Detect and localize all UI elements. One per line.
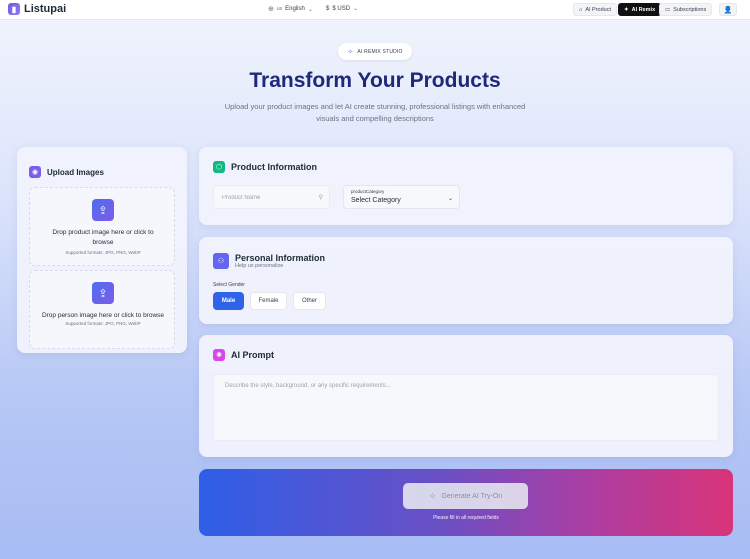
sparkle-icon: ✧ <box>428 490 437 501</box>
generate-panel: ✧ Generate AI Try-On Please fill in all … <box>199 469 733 536</box>
upload-images-card: ◉ Upload Images ⇪ Drop product image her… <box>17 147 187 353</box>
user-icon: 👤 <box>723 6 733 14</box>
top-nav: ▮ Listupai ⊕ us English ⌄ $ $ USD ⌄ ⌂ AI… <box>0 0 750 20</box>
upload-icon: ⇪ <box>92 199 114 221</box>
studio-badge: ✧ AI REMIX STUDIO <box>338 43 412 60</box>
product-dropzone-formats: Supported formats: JPG, PNG, WebP <box>65 250 141 255</box>
globe-icon: ⊕ <box>268 6 274 13</box>
ai-prompt-card: ✺ AI Prompt <box>199 335 733 457</box>
personal-card-header: ⚇ Personal Information Help us personali… <box>213 253 325 269</box>
product-card-header: ⬡ Product Information <box>213 161 317 173</box>
ai-product-button[interactable]: ⌂ AI Product <box>573 3 618 16</box>
brand-name: Listupai <box>24 3 67 15</box>
upload-card-header: ◉ Upload Images <box>29 166 104 178</box>
prompt-field[interactable] <box>213 374 719 441</box>
ai-remix-label: AI Remix <box>631 6 656 13</box>
currency-label: $ USD <box>332 6 350 12</box>
gender-other-button[interactable]: Other <box>293 292 326 310</box>
personal-card-subtitle: Help us personalize <box>235 263 284 269</box>
category-label: productCategory <box>351 189 385 194</box>
dollar-icon: $ <box>326 5 330 12</box>
gender-male-button[interactable]: Male <box>213 292 244 310</box>
upload-icon: ⇪ <box>92 282 114 304</box>
product-name-field[interactable]: ⚲ <box>213 185 330 209</box>
generate-button[interactable]: ✧ Generate AI Try-On <box>403 483 528 509</box>
ai-product-label: AI Product <box>585 6 612 13</box>
subscriptions-label: Subscriptions <box>673 6 707 13</box>
personal-information-card: ⚇ Personal Information Help us personali… <box>199 237 733 324</box>
sparkle-icon: ✧ <box>347 48 354 56</box>
person-dropzone-formats: Supported formats: JPG, PNG, WebP <box>65 321 141 326</box>
gender-female-button[interactable]: Female <box>250 292 287 310</box>
category-select[interactable]: productCategory Select Category ⌄ <box>343 185 460 209</box>
camera-icon: ◉ <box>29 166 41 178</box>
currency-symbol: $ <box>332 5 336 12</box>
person-dropzone-text: Drop person image here or click to brows… <box>41 312 165 319</box>
product-information-card: ⬡ Product Information ⚲ productCategory … <box>199 147 733 225</box>
personal-card-title: Personal Information <box>235 253 326 263</box>
upload-card-title: Upload Images <box>47 167 104 177</box>
generate-button-label: Generate AI Try-On <box>441 492 503 500</box>
prompt-textarea[interactable] <box>214 375 718 440</box>
currency-code: USD <box>337 5 351 12</box>
user-menu-button[interactable]: 👤 <box>719 3 737 16</box>
product-image-dropzone[interactable]: ⇪ Drop product image here or click to br… <box>29 187 175 266</box>
person-image-dropzone[interactable]: ⇪ Drop person image here or click to bro… <box>29 270 175 349</box>
page-title: Transform Your Products <box>249 69 501 92</box>
user-icon: ⚲ <box>318 195 323 201</box>
credit-card-icon: ▭ <box>665 6 671 13</box>
personal-card-heading: Personal Information Help us personalize <box>235 253 325 269</box>
page-subtitle: Upload your product images and let AI cr… <box>224 102 526 123</box>
category-value: Select Category <box>351 197 401 204</box>
brand-logo[interactable]: ▮ Listupai <box>8 3 66 15</box>
currency-selector[interactable]: $ $ USD ⌄ <box>326 5 359 13</box>
language-code: us <box>276 6 283 12</box>
language-label: English <box>285 6 305 12</box>
sparkle-icon: ✺ <box>213 349 225 361</box>
chevron-down-icon: ⌄ <box>447 196 453 202</box>
required-fields-hint: Please fill in all required fields <box>433 515 499 521</box>
chevron-down-icon: ⌄ <box>353 6 359 12</box>
prompt-card-header: ✺ AI Prompt <box>213 349 274 361</box>
product-name-input[interactable] <box>214 187 329 209</box>
chevron-down-icon: ⌄ <box>307 6 313 13</box>
product-card-title: Product Information <box>231 162 317 172</box>
box-icon: ⌂ <box>579 6 583 13</box>
subscriptions-button[interactable]: ▭ Subscriptions <box>659 3 713 16</box>
users-icon: ⚇ <box>213 253 229 269</box>
ai-remix-button[interactable]: ✦ AI Remix <box>618 3 662 16</box>
badge-label: AI REMIX STUDIO <box>357 48 403 55</box>
gender-label: Select Gender <box>213 282 245 288</box>
prompt-card-title: AI Prompt <box>231 350 275 360</box>
sparkle-icon: ✦ <box>624 6 629 13</box>
language-selector[interactable]: ⊕ us English ⌄ <box>268 5 313 13</box>
logo-mark-icon: ▮ <box>8 3 20 15</box>
cube-icon: ⬡ <box>213 161 225 173</box>
product-dropzone-text: Drop product image here or click to brow… <box>52 229 154 246</box>
